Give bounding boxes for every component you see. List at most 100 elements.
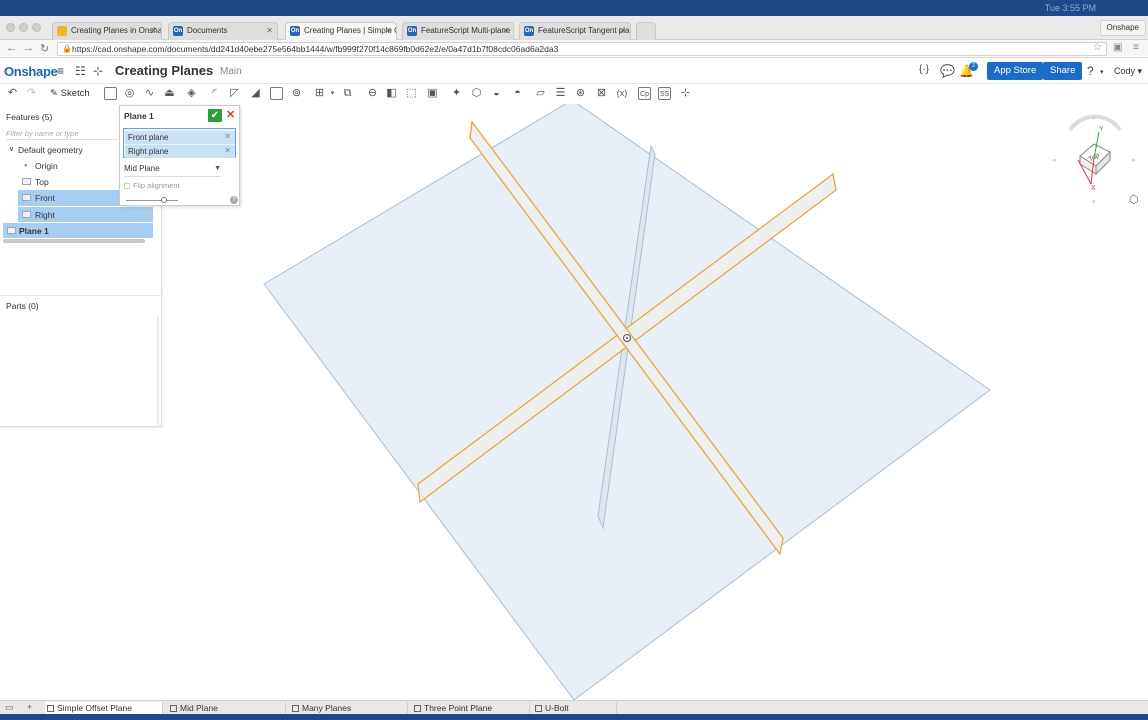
browser-tab-4[interactable]: On FeatureScript Multi-plane ✕ xyxy=(402,22,514,40)
parts-scrollbar[interactable] xyxy=(157,317,159,427)
window-zoom-button[interactable] xyxy=(32,23,41,32)
move-face-icon[interactable]: ⬡ xyxy=(470,87,483,100)
mirror-icon[interactable]: ⧉ xyxy=(341,87,354,100)
shell-icon[interactable] xyxy=(270,87,283,100)
selection-front-plane[interactable]: Front plane ✕ xyxy=(125,131,235,144)
featurescript-icon[interactable]: {·} xyxy=(919,64,929,75)
custom-feature-cp-icon[interactable]: Cp xyxy=(638,87,651,100)
rotate-up-arrow-icon[interactable]: ▴ xyxy=(1092,114,1096,121)
share-button[interactable]: Share xyxy=(1043,62,1083,80)
onshape-logo[interactable]: Onshape xyxy=(4,64,58,79)
user-menu[interactable]: Cody ▾ xyxy=(1114,66,1142,77)
back-arrow-icon[interactable]: ← xyxy=(6,42,17,54)
pattern-icon[interactable]: ⊞ xyxy=(313,87,326,100)
tree-item-label: Top xyxy=(35,177,49,187)
browser-tab-5[interactable]: On FeatureScript Tangent pla ✕ xyxy=(519,22,631,40)
comments-icon[interactable]: 💬 xyxy=(940,64,955,78)
add-element-icon[interactable]: + xyxy=(27,702,32,712)
remove-selection-icon[interactable]: ✕ xyxy=(224,146,231,155)
rotate-right-arrow-icon[interactable]: ▸ xyxy=(1132,157,1136,164)
3d-fit-spline-icon[interactable]: ⊠ xyxy=(595,87,608,100)
reload-icon[interactable]: ↻ xyxy=(40,42,49,55)
tab-close-icon[interactable]: ✕ xyxy=(385,26,392,35)
browser-menu-icon[interactable]: ≡ xyxy=(1133,42,1139,53)
chamfer-icon[interactable]: ◸ xyxy=(228,87,241,100)
onshape-icon: On xyxy=(173,26,183,36)
help-question-icon[interactable]: ? xyxy=(230,196,238,204)
replace-face-icon[interactable]: ◒ xyxy=(490,87,503,100)
tab-close-icon[interactable]: ✕ xyxy=(150,26,157,35)
chevron-down-icon[interactable]: ∨ xyxy=(9,142,14,158)
add-custom-feature-icon[interactable]: ⊹ xyxy=(679,87,692,100)
workspace-name[interactable]: Main xyxy=(220,66,242,77)
tree-scrollbar[interactable] xyxy=(3,239,145,243)
selection-right-plane[interactable]: Right plane ✕ xyxy=(125,145,235,158)
insert-icon[interactable]: ⊹ xyxy=(93,64,103,78)
revolve-icon[interactable]: ◎ xyxy=(123,87,136,100)
sweep-icon[interactable]: ∿ xyxy=(143,87,156,100)
offset-surface-icon[interactable]: ◓ xyxy=(511,87,524,100)
browser-tab-label: Creating Planes | Simple O xyxy=(304,26,397,35)
extension-icon[interactable]: ▣ xyxy=(1113,42,1122,53)
plane-icon xyxy=(22,194,31,201)
document-title[interactable]: Creating Planes xyxy=(115,63,213,78)
slider-handle[interactable] xyxy=(161,197,167,203)
tab-close-icon[interactable]: ✕ xyxy=(266,26,273,35)
draft-icon[interactable]: ◢ xyxy=(249,87,262,100)
features-list-icon[interactable]: ☷ xyxy=(75,64,86,78)
split-icon[interactable]: ◧ xyxy=(385,87,398,100)
plane-icon[interactable]: ▱ xyxy=(534,87,547,100)
pattern-chevron-down-icon[interactable]: ▾ xyxy=(326,87,339,100)
plane-type-select[interactable]: Mid Plane ▼ xyxy=(124,164,221,177)
tab-close-icon[interactable]: ✕ xyxy=(619,26,626,35)
helix-icon[interactable]: ⊛ xyxy=(574,87,587,100)
cancel-x-icon[interactable]: ✕ xyxy=(226,108,235,121)
loft-icon[interactable]: ⏏ xyxy=(163,87,176,100)
delete-part-icon[interactable]: ▣ xyxy=(426,87,439,100)
modify-fillet-icon[interactable]: ✦ xyxy=(450,87,463,100)
accept-check-icon[interactable]: ✔ xyxy=(208,109,222,122)
browser-profile[interactable]: Onshape xyxy=(1099,20,1146,36)
system-menubar: Tue 3:55 PM xyxy=(0,0,1148,16)
undo-icon[interactable]: ↶ xyxy=(6,87,19,100)
bookmark-star-icon[interactable]: ☆ xyxy=(1093,42,1102,53)
extrude-icon[interactable] xyxy=(104,87,117,100)
help-chevron-down-icon[interactable]: ▾ xyxy=(1100,68,1104,76)
remove-selection-icon[interactable]: ✕ xyxy=(224,132,231,141)
chevron-down-icon: ▼ xyxy=(214,165,221,172)
window-close-button[interactable] xyxy=(6,23,15,32)
plane-size-slider[interactable] xyxy=(126,197,178,203)
document-menu-icon[interactable]: ≡ xyxy=(57,64,64,78)
transform-icon[interactable]: ⬚ xyxy=(405,87,418,100)
url-input[interactable]: 🔒 https://cad.onshape.com/documents/dd24… xyxy=(57,42,1107,56)
sketch-button[interactable]: ✎ Sketch xyxy=(50,88,90,99)
browser-tab-2[interactable]: On Documents ✕ xyxy=(168,22,278,40)
feature-filter-input[interactable]: Filter by name or type xyxy=(6,127,118,140)
mate-connector-icon[interactable]: ☰ xyxy=(554,87,567,100)
tab-close-icon[interactable]: ✕ xyxy=(502,26,509,35)
custom-feature-ss-icon[interactable]: SS xyxy=(658,87,671,100)
rotate-down-arrow-icon[interactable]: ▾ xyxy=(1092,199,1096,206)
help-icon[interactable]: ? xyxy=(1087,64,1094,78)
boolean-icon[interactable]: ⊖ xyxy=(366,87,379,100)
hole-icon[interactable]: ⊚ xyxy=(290,87,303,100)
flip-alignment-checkbox[interactable]: Flip alignment xyxy=(124,181,180,190)
new-tab-button[interactable] xyxy=(636,22,656,40)
view-options-cube-icon[interactable]: ⬡ xyxy=(1129,193,1139,206)
browser-tab-3[interactable]: On Creating Planes | Simple O ✕ xyxy=(285,22,397,40)
thicken-icon[interactable]: ◈ xyxy=(185,87,198,100)
window-minimize-button[interactable] xyxy=(19,23,28,32)
tab-manager-icon[interactable]: ▭ xyxy=(5,702,14,713)
tree-item-right[interactable]: Right xyxy=(18,206,153,222)
variable-icon[interactable]: (x) xyxy=(613,87,631,100)
app-store-button[interactable]: App Store xyxy=(987,62,1044,80)
entities-selection-field[interactable]: Front plane ✕ Right plane ✕ xyxy=(123,128,236,158)
browser-tab-1[interactable]: Creating Planes in Onshape ✕ xyxy=(52,22,162,40)
redo-icon[interactable]: ↷ xyxy=(25,87,38,100)
tree-item-plane-1[interactable]: Plane 1 xyxy=(3,222,153,238)
fillet-icon[interactable]: ◜ xyxy=(208,87,221,100)
view-cube[interactable]: Top Y X ◂ ▸ ▴ ▾ xyxy=(1050,110,1140,210)
rotate-left-arrow-icon[interactable]: ◂ xyxy=(1052,157,1056,164)
top-plane[interactable] xyxy=(263,104,991,700)
forward-arrow-icon[interactable]: → xyxy=(23,42,34,54)
